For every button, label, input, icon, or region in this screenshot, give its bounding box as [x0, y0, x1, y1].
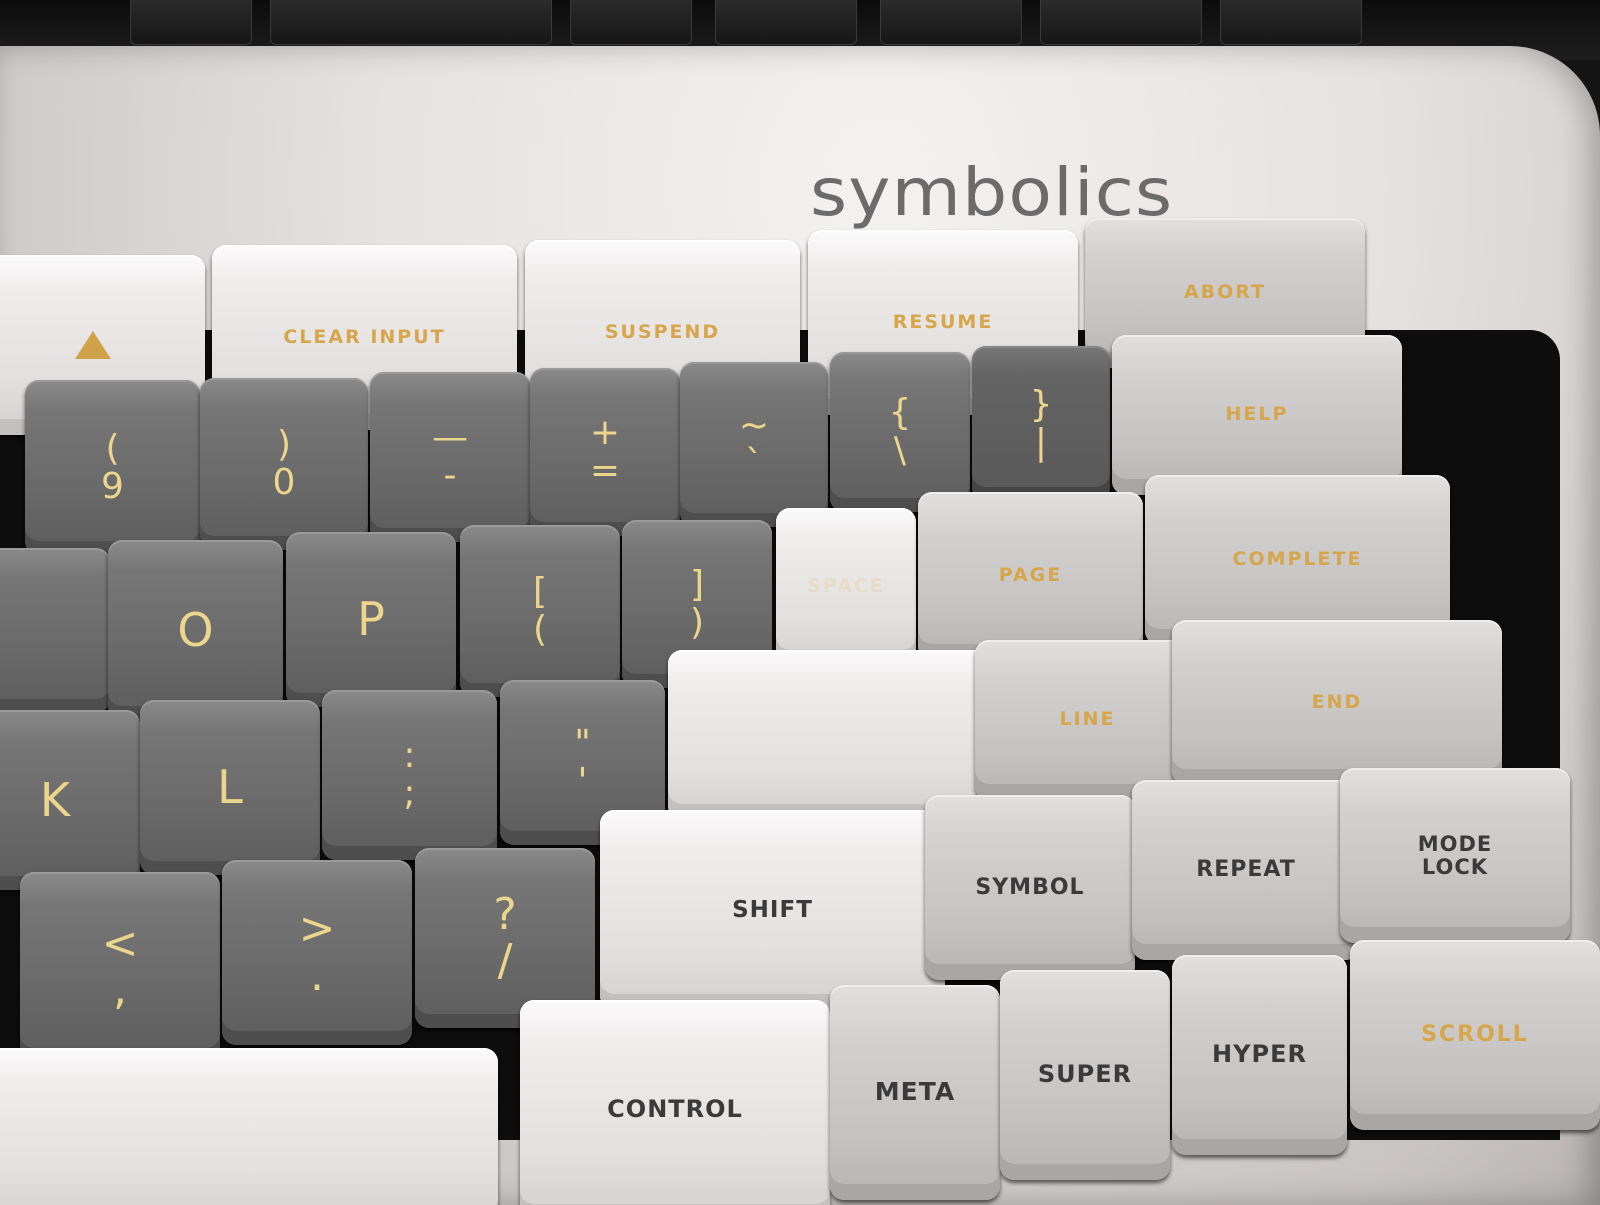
background-key	[880, 0, 1022, 45]
keyboard-photo: symbolics CLEAR INPUT SUSPEND RESUME ABO…	[0, 0, 1600, 1205]
shift-key[interactable]: SHIFT	[600, 810, 945, 1010]
i-key[interactable]	[0, 548, 110, 713]
nine-key[interactable]: ( 9	[25, 380, 200, 555]
scroll-key[interactable]: SCROLL	[1350, 940, 1600, 1130]
background-key	[1220, 0, 1362, 45]
k-key[interactable]: K	[0, 710, 140, 890]
brace-left-key[interactable]: { \	[830, 352, 970, 512]
p-key[interactable]: P	[286, 532, 456, 707]
comma-key[interactable]: < ,	[20, 872, 220, 1062]
repeat-key[interactable]: REPEAT	[1132, 780, 1360, 960]
line-key[interactable]: LINE	[975, 640, 1200, 800]
period-key[interactable]: > .	[222, 860, 412, 1045]
help-key[interactable]: HELP	[1112, 335, 1402, 495]
bracket-left-key[interactable]: [ (	[460, 525, 620, 697]
end-key[interactable]: END	[1172, 620, 1502, 785]
tilde-key[interactable]: ~ `	[680, 362, 828, 527]
control-key[interactable]: CONTROL	[520, 1000, 830, 1205]
meta-key[interactable]: META	[830, 985, 1000, 1200]
semicolon-key[interactable]: : ;	[322, 690, 497, 860]
minus-key[interactable]: — -	[370, 372, 530, 542]
brace-right-key[interactable]: } |	[972, 346, 1110, 501]
hyper-key[interactable]: HYPER	[1172, 955, 1347, 1155]
mode-lock-key[interactable]: MODE LOCK	[1340, 768, 1570, 943]
page-key[interactable]: PAGE	[918, 492, 1143, 660]
super-key[interactable]: SUPER	[1000, 970, 1170, 1180]
background-key	[130, 0, 252, 45]
equals-key[interactable]: + =	[530, 368, 680, 536]
background-key	[1040, 0, 1202, 45]
o-key[interactable]: O	[108, 540, 283, 720]
triangle-up-icon	[74, 331, 111, 359]
background-key	[270, 0, 552, 45]
zero-key[interactable]: ) 0	[200, 378, 368, 550]
back-space-key[interactable]: SPACE	[776, 508, 916, 666]
space-bar[interactable]	[0, 1048, 498, 1205]
l-key[interactable]: L	[140, 700, 320, 875]
background-key	[715, 0, 857, 45]
symbol-key[interactable]: SYMBOL	[925, 795, 1135, 980]
background-key	[570, 0, 692, 45]
